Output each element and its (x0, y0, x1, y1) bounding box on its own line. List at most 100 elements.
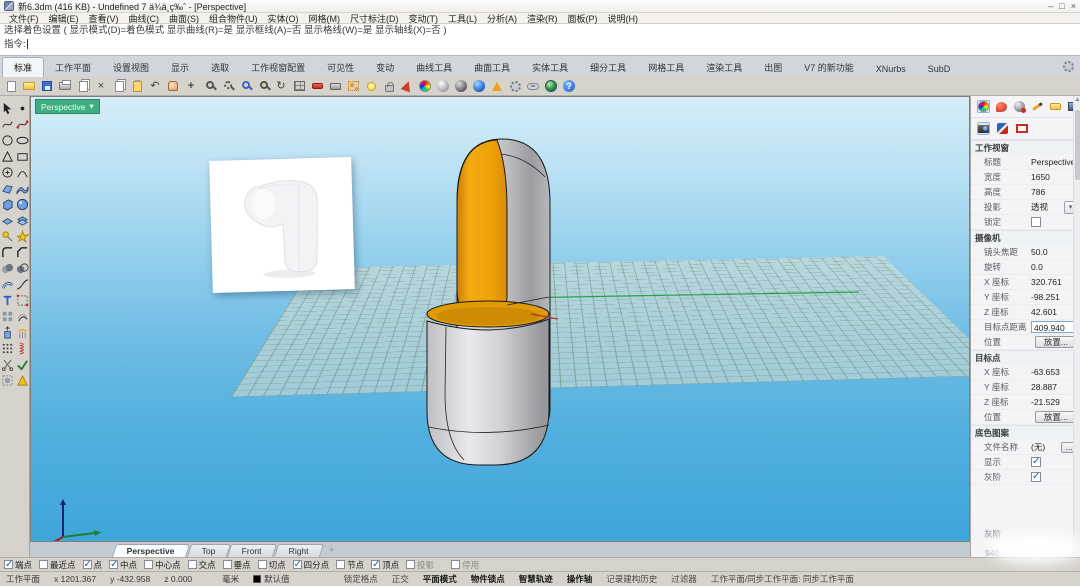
zoom-extents-icon[interactable] (218, 78, 236, 95)
osnap-tangent[interactable]: 切点 (258, 559, 286, 571)
osnap-knot[interactable]: 节点 (336, 559, 364, 571)
surface-icon[interactable] (0, 180, 15, 196)
command-prompt[interactable]: 指令: (0, 38, 1080, 52)
library-tab-icon[interactable] (1049, 100, 1062, 113)
osnap-near[interactable]: 最近点 (39, 559, 76, 571)
tab-mesh-tools[interactable]: 网格工具 (637, 58, 695, 77)
tab-curve-tools[interactable]: 曲线工具 (405, 58, 463, 77)
viewport-layout-icon[interactable] (290, 78, 308, 95)
package-manager-globe-icon[interactable] (542, 78, 560, 95)
menu-surface[interactable]: 曲面(S) (164, 12, 204, 25)
rectangle-icon[interactable] (15, 148, 30, 164)
point-grid-icon[interactable] (0, 340, 15, 356)
toggle-record-history[interactable]: 记录建构历史 (606, 573, 657, 585)
close-button[interactable]: × (1071, 1, 1076, 11)
menu-panels[interactable]: 面板(P) (563, 12, 603, 25)
camera-y-value[interactable]: -98.251 (1031, 292, 1060, 302)
planar-surface-icon[interactable] (0, 212, 15, 228)
menu-edit[interactable]: 编辑(E) (44, 12, 84, 25)
copy-to-clipboard-icon[interactable] (74, 78, 92, 95)
material-tab-icon[interactable] (1013, 100, 1026, 113)
menu-transform[interactable]: 变动(T) (404, 12, 444, 25)
viewport-properties-tab-icon[interactable] (977, 122, 990, 135)
helix-icon[interactable] (15, 340, 30, 356)
menu-curve[interactable]: 曲线(C) (124, 12, 165, 25)
sphere-icon[interactable] (15, 196, 30, 212)
print-icon[interactable] (56, 78, 74, 95)
fillet-edge-icon[interactable] (0, 244, 15, 260)
tab-render-tools[interactable]: 渲染工具 (695, 58, 753, 77)
camera-place-button[interactable]: 放置... (1035, 336, 1077, 348)
tab-standard[interactable]: 标准 (2, 57, 44, 77)
tab-options-gear-icon[interactable] (1063, 61, 1074, 72)
add-viewport-icon[interactable]: + (329, 545, 334, 555)
wallpaper-filename-value[interactable]: (无) (1031, 441, 1045, 453)
menu-view[interactable]: 查看(V) (84, 12, 124, 25)
select-icon[interactable] (0, 100, 15, 116)
tab-solid-tools[interactable]: 实体工具 (521, 58, 579, 77)
cut-icon[interactable]: × (92, 78, 110, 95)
viewport-tab-top[interactable]: Top (187, 544, 231, 557)
lens-length-value[interactable]: 50.0 (1031, 247, 1048, 257)
projection-value[interactable]: 透视 (1031, 201, 1048, 213)
menu-dimension[interactable]: 尺寸标注(D) (345, 12, 404, 25)
render-properties-tab-icon[interactable] (996, 122, 1009, 135)
cplane-button[interactable]: 工作平面 (6, 573, 40, 585)
toolbar-link-icon[interactable] (524, 78, 542, 95)
arc-icon[interactable] (15, 164, 30, 180)
array-icon[interactable] (0, 308, 15, 324)
pin-icon[interactable] (0, 228, 15, 244)
viewport-tab-right[interactable]: Right (274, 544, 324, 557)
menu-render[interactable]: 渲染(R) (522, 12, 563, 25)
tab-transform[interactable]: 变动 (365, 58, 405, 77)
viewport-title-value[interactable]: Perspective (1031, 157, 1075, 167)
camera-x-value[interactable]: 320.761 (1031, 277, 1062, 287)
units-button[interactable]: 毫米 (222, 573, 239, 585)
ghosted-mode-icon[interactable] (452, 78, 470, 95)
menu-file[interactable]: 文件(F) (4, 12, 44, 25)
polyline-icon[interactable] (0, 148, 15, 164)
lightbulb-icon[interactable] (362, 78, 380, 95)
target-x-value[interactable]: -63.653 (1031, 367, 1060, 377)
tab-new-in-v7[interactable]: V7 的新功能 (793, 58, 865, 77)
rotation-value[interactable]: 0.0 (1031, 262, 1043, 272)
boolean-union-icon[interactable] (0, 260, 15, 276)
toggle-grid-snap[interactable]: 锁定格点 (344, 573, 378, 585)
target-y-value[interactable]: 28.887 (1031, 382, 1057, 392)
menu-analyze[interactable]: 分析(A) (482, 12, 522, 25)
paste-icon[interactable] (128, 78, 146, 95)
osnap-project[interactable]: 投影 (406, 559, 434, 571)
osnap-mid[interactable]: 中点 (109, 559, 137, 571)
text-icon[interactable] (0, 292, 15, 308)
notifications-icon[interactable] (488, 78, 506, 95)
lock-icon[interactable] (380, 78, 398, 95)
circle-icon[interactable] (0, 132, 15, 148)
scroll-up-icon[interactable]: ▲ (1074, 97, 1080, 103)
cone-icon[interactable] (15, 372, 30, 388)
toggle-gumball[interactable]: 操作轴 (567, 573, 593, 585)
panel-scrollbar[interactable]: ▲ (1073, 96, 1080, 557)
save-icon[interactable] (38, 78, 56, 95)
tab-visibility[interactable]: 可见性 (316, 58, 365, 77)
tab-viewport-layout[interactable]: 工作视窗配置 (240, 58, 316, 77)
point-icon[interactable] (15, 100, 30, 116)
copy-icon[interactable] (110, 78, 128, 95)
camera-z-value[interactable]: 42.601 (1031, 307, 1057, 317)
zoom-window-icon[interactable] (236, 78, 254, 95)
minimize-button[interactable]: – (1048, 1, 1053, 11)
set-camera-icon[interactable] (326, 78, 344, 95)
pipe-icon[interactable] (0, 276, 15, 292)
emitter-icon[interactable] (15, 324, 30, 340)
shaded-mode-icon[interactable] (434, 78, 452, 95)
osnap-perpendicular[interactable]: 垂点 (223, 559, 251, 571)
menu-solid[interactable]: 实体(O) (263, 12, 304, 25)
render-icon[interactable] (398, 78, 416, 95)
layer-chip[interactable]: 默认值 (253, 573, 290, 585)
zoom-selected-icon[interactable] (254, 78, 272, 95)
options-gears-icon[interactable] (506, 78, 524, 95)
tab-subd[interactable]: SubD (917, 61, 962, 77)
maximize-button[interactable]: □ (1059, 1, 1064, 11)
move-icon[interactable]: + (182, 78, 200, 95)
explode-icon[interactable] (15, 228, 30, 244)
new-file-icon[interactable] (2, 78, 20, 95)
